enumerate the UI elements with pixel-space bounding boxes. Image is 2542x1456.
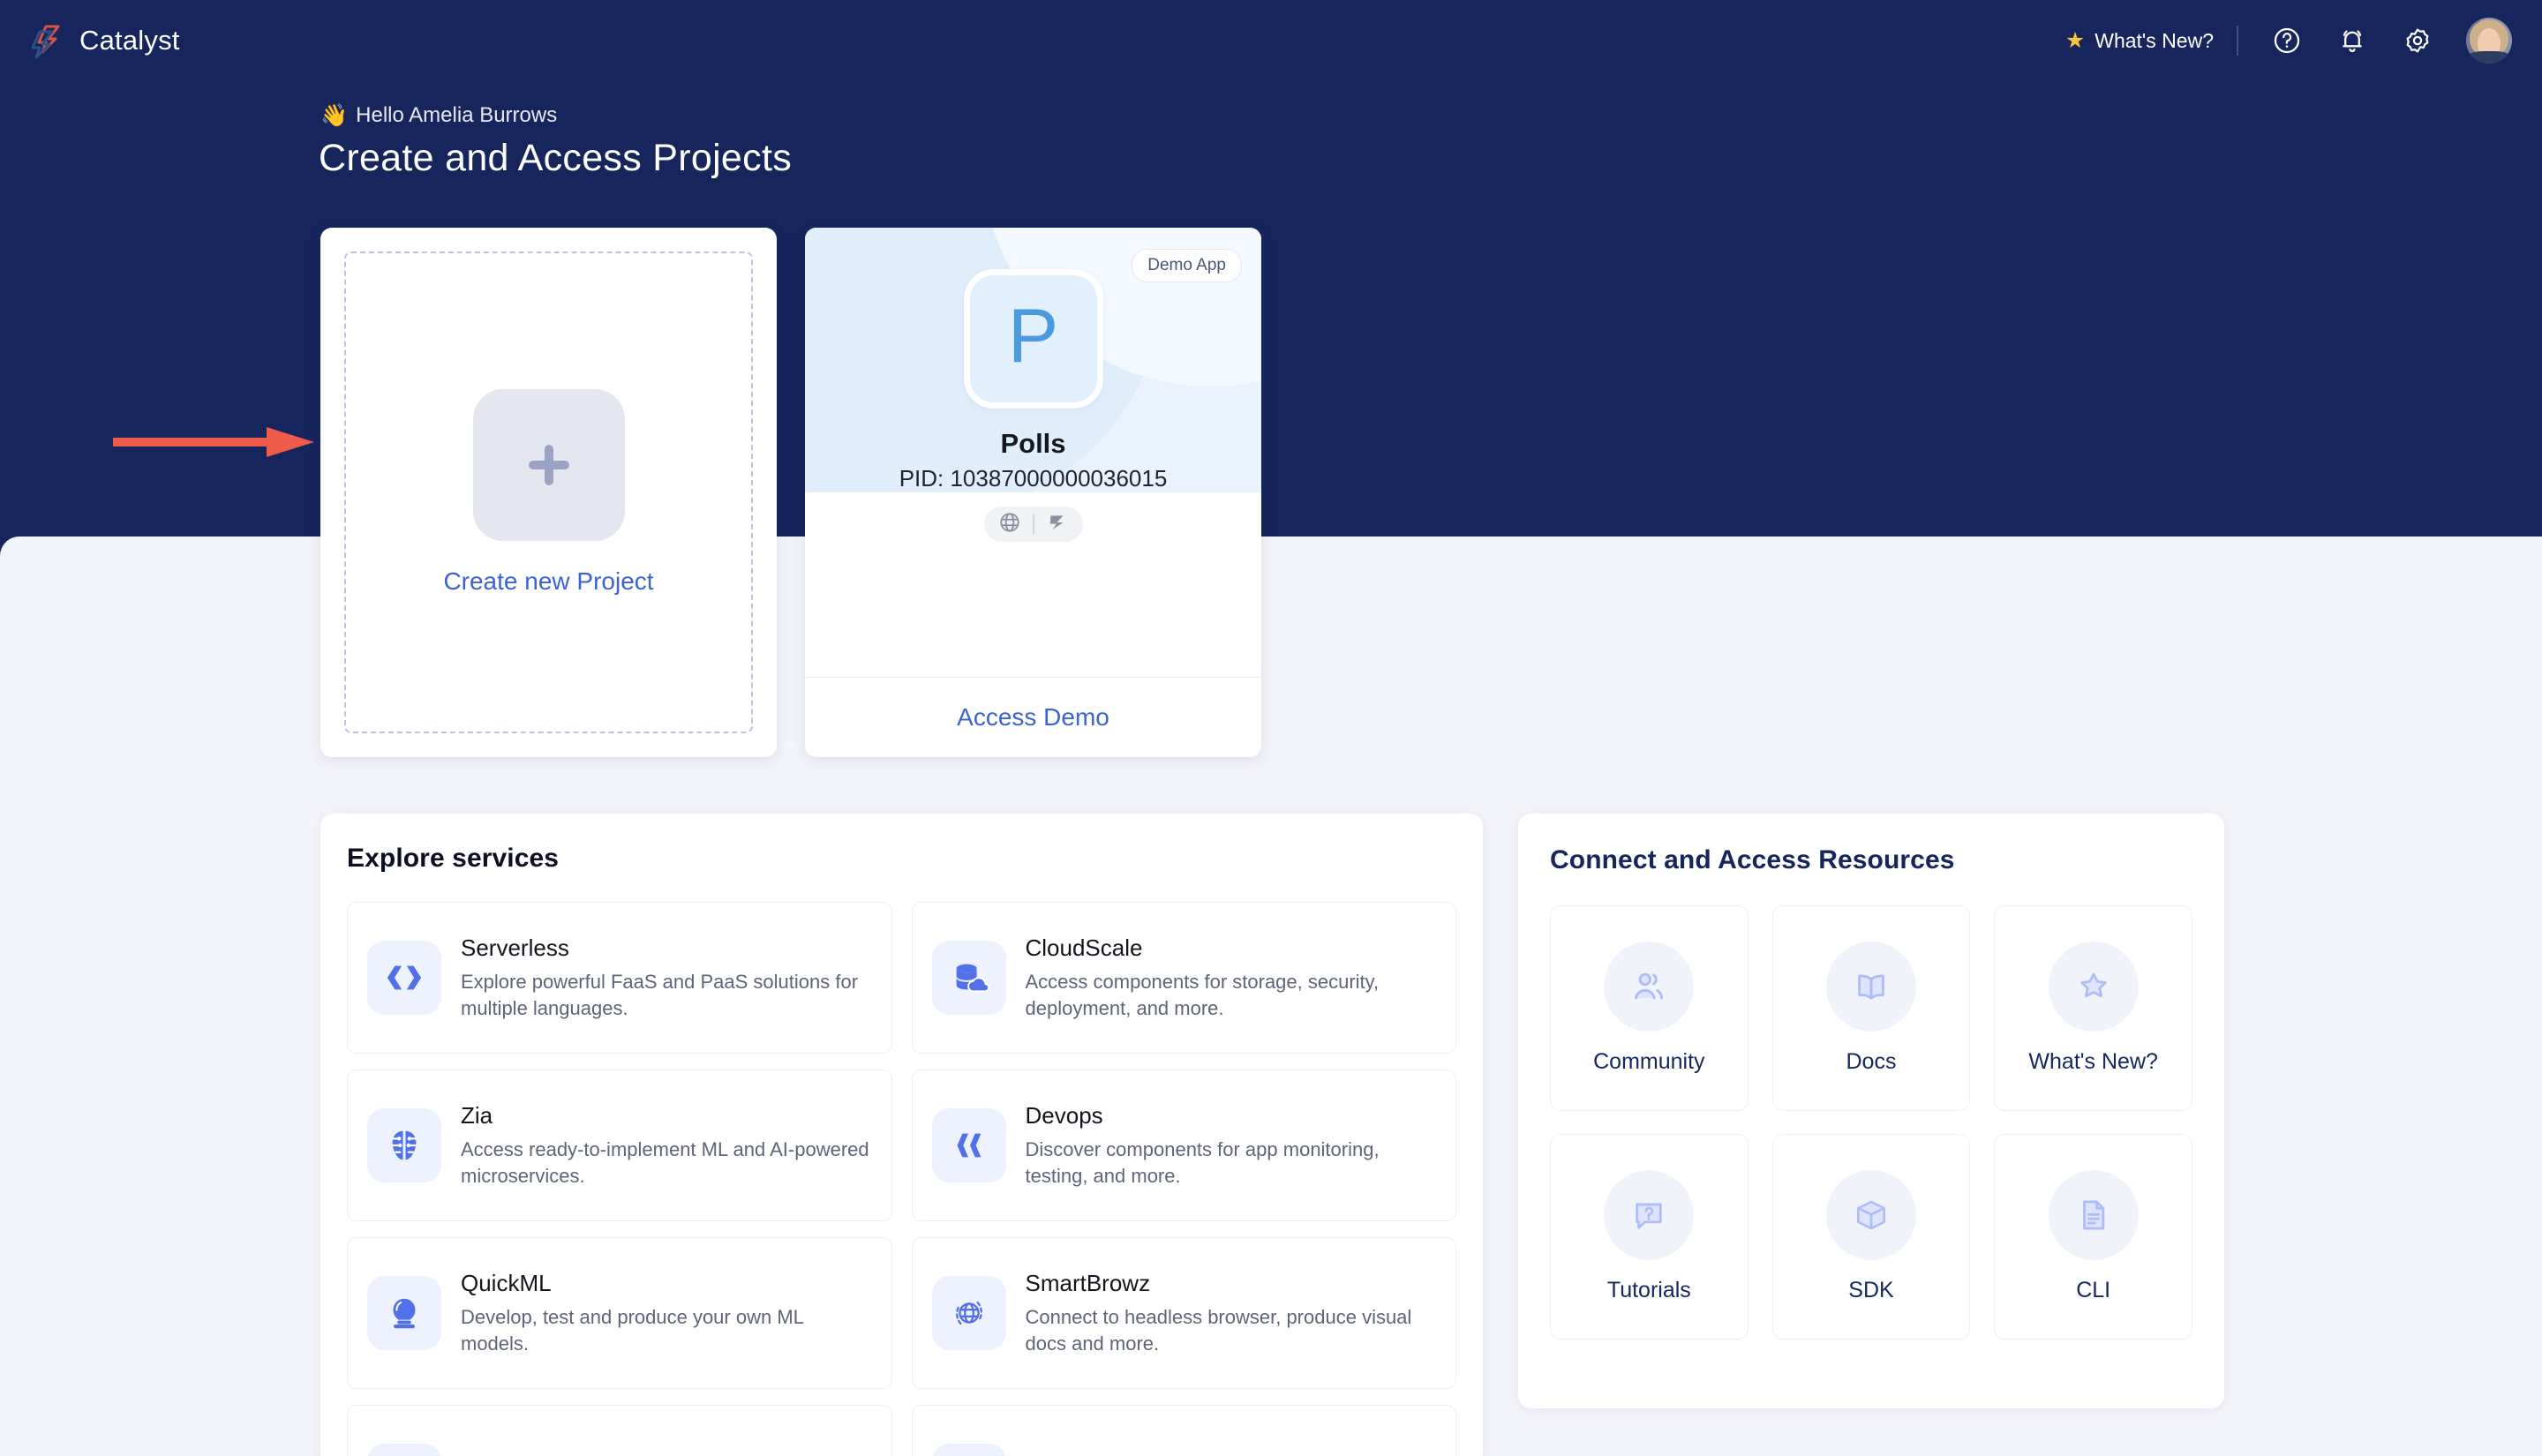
greeting: 👋 Hello Amelia Burrows [320,103,557,128]
service-name: Zia [461,1102,493,1130]
demo-app-badge: Demo App [1132,249,1242,282]
service-card-serverless[interactable]: Serverless Explore powerful FaaS and Paa… [347,902,892,1054]
service-icon-partial [931,1444,1006,1456]
resource-label: What's New? [2028,1049,2158,1074]
service-desc: Access ready-to-implement ML and AI-powe… [461,1138,869,1187]
settings-button[interactable] [2394,17,2441,64]
brand[interactable]: Catalyst [26,21,180,60]
tutorials-question-bubble-icon [1604,1170,1695,1260]
page-title: Create and Access Projects [319,137,792,179]
star-icon: ★ [2064,27,2086,53]
catalyst-mark-icon[interactable] [1046,511,1069,538]
resource-card-docs[interactable]: Docs [1771,905,1971,1111]
devops-chevrons-icon [931,1108,1006,1182]
whats-new-star-icon [2048,942,2139,1032]
resource-card-sdk[interactable]: SDK [1771,1134,1971,1340]
plus-icon [517,433,581,497]
panels-row: Explore services Serverless Explore powe… [320,814,2224,1456]
greeting-text: Hello Amelia Burrows [356,103,558,127]
service-card-partial[interactable] [347,1405,892,1456]
service-desc: Develop, test and produce your own ML mo… [461,1306,804,1355]
resource-label: Tutorials [1606,1278,1691,1302]
service-name: CloudScale [1025,934,1143,962]
service-desc: Discover components for app monitoring, … [1025,1138,1380,1187]
access-demo-label: Access Demo [957,703,1109,731]
resource-label: Docs [1846,1049,1897,1074]
notifications-button[interactable] [2328,17,2376,64]
resource-card-tutorials[interactable]: Tutorials [1550,1134,1749,1340]
service-desc: Explore powerful FaaS and PaaS solutions… [461,971,859,1019]
brand-name: Catalyst [79,25,180,56]
avatar[interactable] [2466,18,2512,64]
plus-tile [472,389,625,541]
service-name: Devops [1025,1102,1103,1130]
service-card-smartbrowz[interactable]: SmartBrowz Connect to headless browser, … [911,1237,1456,1389]
app-logo-tile: P [963,269,1103,409]
service-desc: Connect to headless browser, produce vis… [1025,1306,1412,1355]
app-links-pill [983,507,1083,542]
create-project-label: Create new Project [443,567,654,595]
serverless-chevrons-icon [367,941,441,1015]
service-icon-partial [367,1444,441,1456]
service-card-partial[interactable] [911,1405,1456,1456]
community-people-icon [1604,942,1695,1032]
help-circle-icon [2272,26,2302,56]
pill-divider [1032,514,1034,534]
services-grid: Serverless Explore powerful FaaS and Paa… [347,902,1456,1389]
smartbrowz-globe-icon [931,1276,1006,1350]
demo-project-card[interactable]: Demo App P Polls PID: 10387000000036015 [805,228,1261,757]
create-new-project-card[interactable]: Create new Project [320,228,777,757]
create-project-dropzone[interactable]: Create new Project [344,251,753,733]
app-name: Polls [1000,428,1066,459]
app-logo-letter: P [1007,294,1059,379]
topbar-divider [2237,26,2238,56]
services-grid-next-row [347,1405,1456,1456]
globe-icon[interactable] [998,511,1021,538]
service-name: SmartBrowz [1025,1270,1151,1297]
service-card-quickml[interactable]: QuickML Develop, test and produce your o… [347,1237,892,1389]
resource-card-cli[interactable]: CLI [1994,1134,2192,1340]
resource-label: SDK [1848,1278,1894,1302]
catalyst-logo-icon [26,21,65,60]
service-card-devops[interactable]: Devops Discover components for app monit… [911,1069,1456,1221]
app-pid: PID: 10387000000036015 [899,465,1168,492]
resource-label: CLI [2076,1278,2111,1302]
whats-new-button[interactable]: ★ What's New? [2065,29,2237,53]
quickml-orb-icon [367,1276,441,1350]
explore-services-title: Explore services [347,844,560,873]
gear-icon [2403,26,2433,56]
resources-title: Connect and Access Resources [1550,845,1955,874]
resource-card-whats-new[interactable]: What's New? [1994,905,2192,1111]
resources-panel: Connect and Access Resources Community D… [1518,814,2224,1408]
service-desc: Access components for storage, security,… [1025,971,1380,1019]
resource-label: Community [1593,1049,1705,1074]
help-button[interactable] [2263,17,2311,64]
bell-icon [2337,26,2367,56]
projects-row: Create new Project Demo App P Polls PID:… [320,228,1261,757]
service-name: QuickML [461,1270,552,1297]
docs-book-icon [1825,942,1916,1032]
service-card-zia[interactable]: Zia Access ready-to-implement ML and AI-… [347,1069,892,1221]
wave-icon: 👋 [320,102,349,128]
pointer-arrow [111,422,316,462]
access-demo-button[interactable]: Access Demo [805,677,1261,757]
sdk-package-icon [1825,1170,1916,1260]
resource-card-community[interactable]: Community [1550,905,1749,1111]
resources-grid: Community Docs What's New? Tutorials SDK… [1550,905,2192,1340]
demo-card-body: P Polls PID: 10387000000036015 [805,228,1261,677]
service-card-cloudscale[interactable]: CloudScale Access components for storage… [911,902,1456,1054]
explore-services-panel: Explore services Serverless Explore powe… [320,814,1483,1456]
cli-document-icon [2048,1170,2139,1260]
service-name: Serverless [461,934,569,962]
cloudscale-database-cloud-icon [931,941,1006,1015]
topbar-actions: ★ What's New? [2065,17,2512,64]
whats-new-label: What's New? [2095,28,2214,52]
top-bar: Catalyst ★ What's New? [0,0,2542,81]
zia-brain-icon [367,1108,441,1182]
